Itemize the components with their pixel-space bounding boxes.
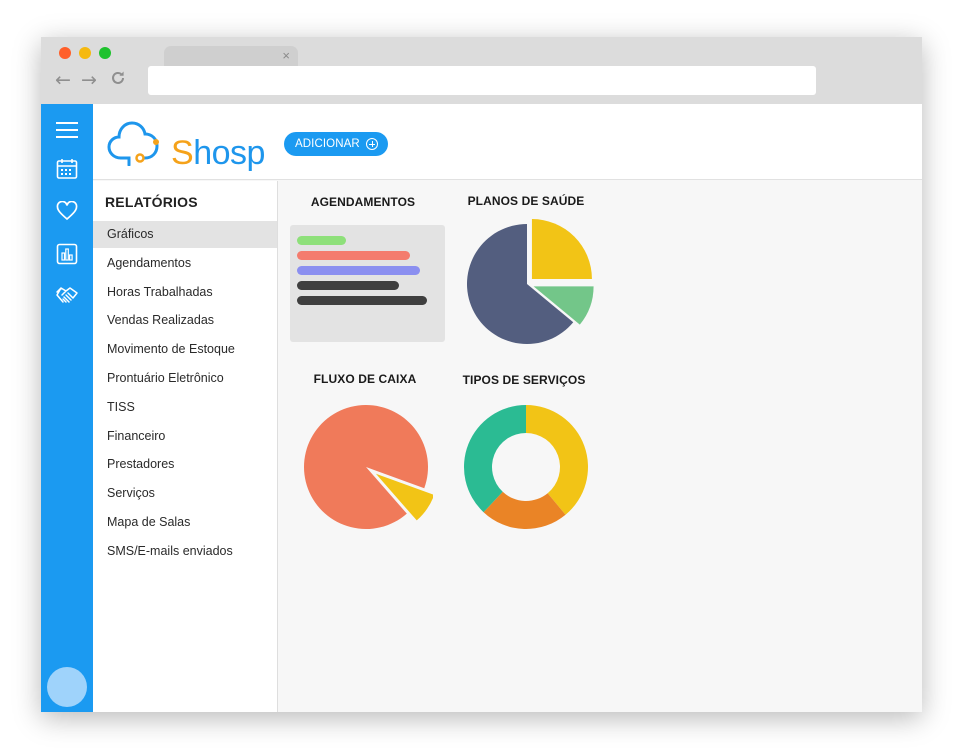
reports-sidebar: RELATÓRIOS Gráficos Agendamentos Horas T… xyxy=(93,181,278,712)
close-window-button[interactable] xyxy=(59,47,71,59)
sidebar-item-graficos[interactable]: Gráficos xyxy=(93,221,277,248)
sidebar-item-agendamentos[interactable]: Agendamentos xyxy=(93,250,277,277)
sidebar-item-prestadores[interactable]: Prestadores xyxy=(93,451,277,478)
shosp-logo[interactable]: Shosp xyxy=(107,118,265,171)
maximize-window-button[interactable] xyxy=(99,47,111,59)
sidebar-item-horas-trabalhadas[interactable]: Horas Trabalhadas xyxy=(93,279,277,306)
address-bar[interactable] xyxy=(148,66,816,95)
tab-close-icon[interactable]: × xyxy=(282,48,290,63)
sidebar-item-tiss[interactable]: TISS xyxy=(93,394,277,421)
sidebar-item-financeiro[interactable]: Financeiro xyxy=(93,423,277,450)
reload-icon[interactable] xyxy=(110,70,126,91)
sidebar-title: RELATÓRIOS xyxy=(105,194,198,210)
minimize-window-button[interactable] xyxy=(79,47,91,59)
sidebar-item-movimento-estoque[interactable]: Movimento de Estoque xyxy=(93,336,277,363)
donut-tipos-slice[interactable] xyxy=(526,405,588,515)
browser-tab[interactable]: × xyxy=(164,46,298,68)
handshake-icon[interactable] xyxy=(55,284,79,308)
planos-pie-chart[interactable] xyxy=(460,217,594,351)
cloud-logo-icon xyxy=(107,121,159,167)
avatar[interactable] xyxy=(47,667,87,707)
logo-text: Shosp xyxy=(171,134,265,172)
agendamentos-bar[interactable] xyxy=(297,296,427,305)
planos-title: PLANOS DE SAÚDE xyxy=(467,194,585,208)
agendamentos-bar[interactable] xyxy=(297,251,410,260)
calendar-icon[interactable] xyxy=(55,157,79,181)
menu-icon[interactable] xyxy=(55,118,79,142)
app-header: Shosp ADICIONAR xyxy=(93,104,922,180)
add-button-label: ADICIONAR xyxy=(295,138,360,150)
pie-planos-slice[interactable] xyxy=(531,219,592,280)
tipos-title: TIPOS DE SERVIÇOS xyxy=(462,373,586,387)
plus-circle-icon xyxy=(365,138,378,150)
donut-tipos-slice[interactable] xyxy=(464,405,526,513)
sidebar-item-vendas-realizadas[interactable]: Vendas Realizadas xyxy=(93,307,277,334)
sidebar-item-sms-emails[interactable]: SMS/E-mails enviados xyxy=(93,538,277,565)
agendamentos-title: AGENDAMENTOS xyxy=(310,195,416,209)
fluxo-pie-chart[interactable] xyxy=(299,400,433,534)
forward-arrow-icon[interactable]: → xyxy=(81,69,97,91)
agendamentos-bar-chart[interactable] xyxy=(290,225,445,342)
fluxo-title: FLUXO DE CAIXA xyxy=(313,372,417,386)
bar-chart-icon[interactable] xyxy=(55,242,79,266)
agendamentos-bar[interactable] xyxy=(297,281,399,290)
browser-window: × ← → Shosp ADICIONAR RELATÓRIOS Gráfico… xyxy=(41,37,922,712)
agendamentos-bar[interactable] xyxy=(297,236,346,245)
icon-rail xyxy=(41,104,93,712)
browser-chrome: × ← → xyxy=(41,37,922,104)
heart-icon[interactable] xyxy=(55,199,79,223)
tipos-donut-chart[interactable] xyxy=(459,400,593,534)
sidebar-item-mapa-salas[interactable]: Mapa de Salas xyxy=(93,509,277,536)
sidebar-item-servicos[interactable]: Serviços xyxy=(93,480,277,507)
sidebar-item-prontuario[interactable]: Prontuário Eletrônico xyxy=(93,365,277,392)
add-button[interactable]: ADICIONAR xyxy=(284,132,388,156)
agendamentos-bar[interactable] xyxy=(297,266,420,275)
back-arrow-icon[interactable]: ← xyxy=(55,69,71,91)
